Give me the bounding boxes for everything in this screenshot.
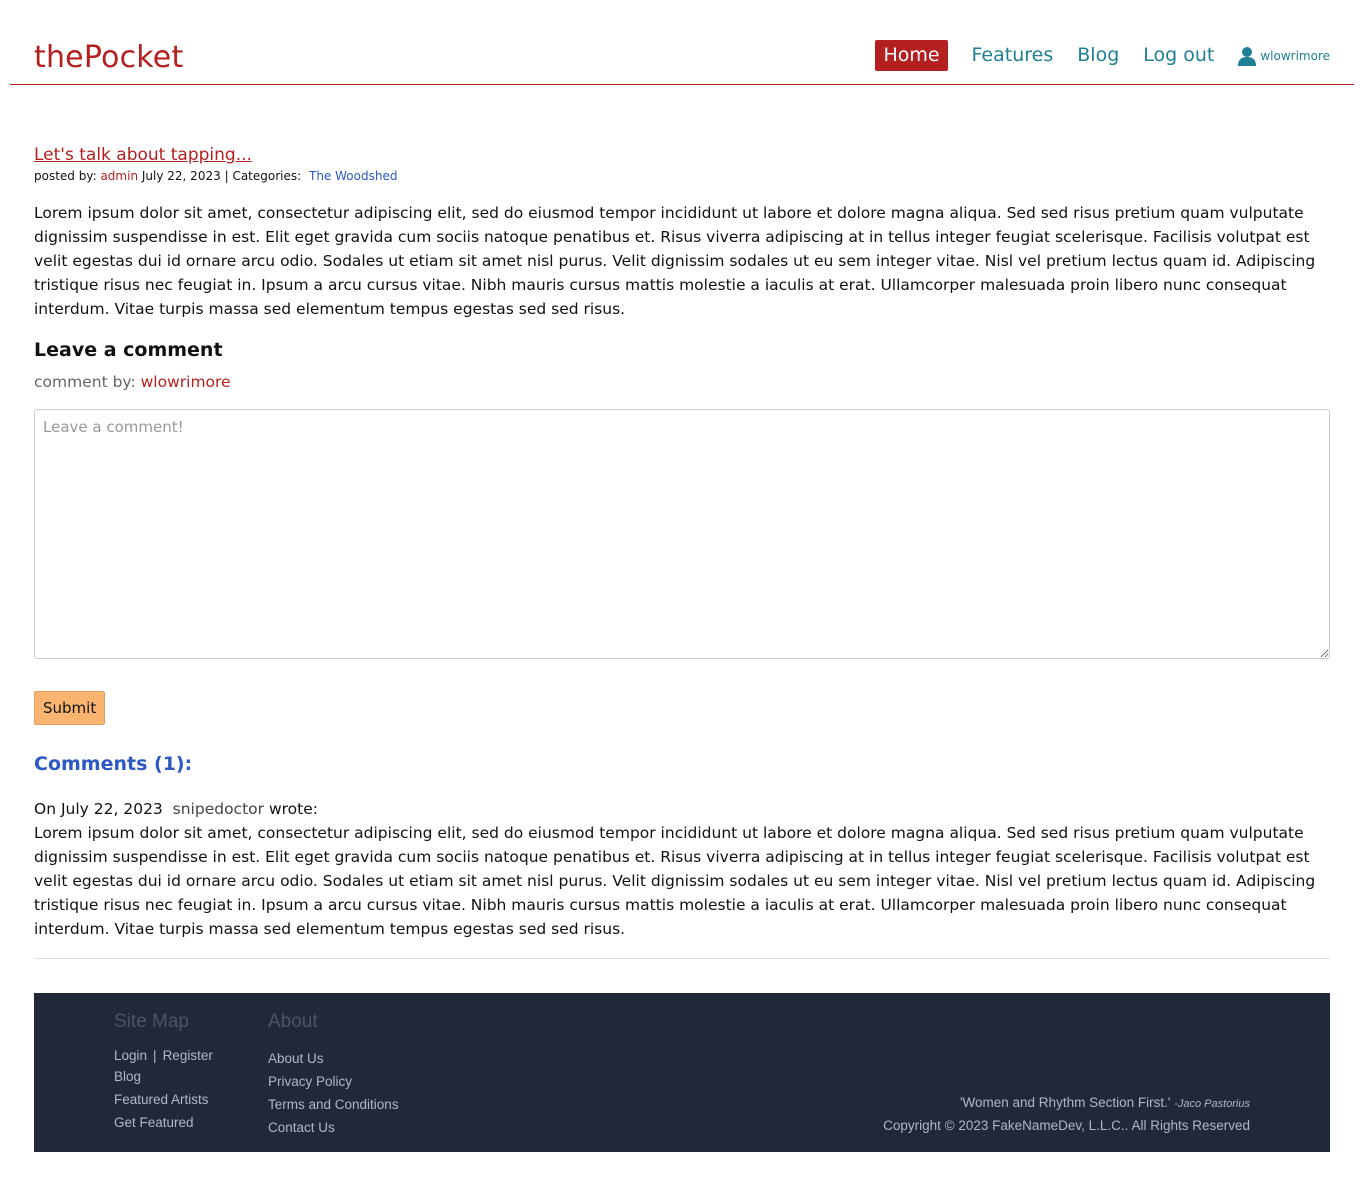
post-author-link[interactable]: admin	[100, 169, 138, 183]
comment-prefix: On	[34, 800, 57, 818]
sitemap-heading: Site Map	[114, 1011, 189, 1032]
footer-contact-link[interactable]: Contact Us	[268, 1116, 399, 1139]
footer-featured-artists-link[interactable]: Featured Artists	[114, 1088, 213, 1111]
categories-label: Categories:	[232, 169, 302, 183]
nav-home[interactable]: Home	[875, 40, 948, 71]
copyright: Copyright © 2023 FakeNameDev, L.L.C.. Al…	[883, 1118, 1250, 1133]
comment-date: July 22, 2023	[60, 800, 163, 818]
footer-right: 'Women and Rhythm Section First.' -Jaco …	[883, 1092, 1250, 1137]
category-link[interactable]: The Woodshed	[309, 169, 397, 183]
footer-privacy-link[interactable]: Privacy Policy	[268, 1070, 399, 1093]
about-heading: About	[268, 1011, 318, 1032]
leave-comment-heading: Leave a comment	[34, 339, 223, 361]
footer-login-link[interactable]: Login	[114, 1048, 147, 1063]
footer-quote: 'Women and Rhythm Section First.' -Jaco …	[883, 1092, 1250, 1115]
footer-about-us-link[interactable]: About Us	[268, 1047, 399, 1070]
post-title-link[interactable]: Let's talk about tapping...	[34, 145, 252, 165]
comment-body: Lorem ipsum dolor sit amet, consectetur …	[34, 824, 1316, 938]
submit-button[interactable]: Submit	[34, 691, 106, 725]
divider	[34, 958, 1330, 959]
footer-blog-link[interactable]: Blog	[114, 1065, 213, 1088]
nav-blog[interactable]: Blog	[1077, 40, 1119, 71]
comments-heading: Comments (1):	[34, 753, 193, 775]
footer-sitemap: Site Map Login | Register Blog Featured Ar…	[114, 1011, 213, 1134]
site-footer: Site Map Login | Register Blog Featured Ar…	[34, 993, 1330, 1152]
comment-by: comment by: wlowrimore	[34, 373, 1330, 391]
comment-user: snipedoctor	[172, 800, 265, 818]
quote-text: 'Women and Rhythm Section First.'	[959, 1095, 1171, 1110]
footer-register-link[interactable]: Register	[163, 1048, 213, 1063]
commenter-name: wlowrimore	[140, 373, 231, 391]
comment-suffix: wrote:	[268, 800, 318, 818]
nav-features[interactable]: Features	[972, 40, 1054, 71]
main-content: Let's talk about tapping... posted by: a…	[34, 140, 1330, 959]
post-meta: posted by: admin July 22, 2023 | Categor…	[34, 169, 1330, 183]
footer-about: About About Us Privacy Policy Terms and …	[268, 1011, 399, 1139]
main-nav: Home Features Blog Log out wlowrimore	[875, 40, 1330, 71]
comment-textarea[interactable]	[34, 409, 1330, 659]
meta-separator: |	[224, 169, 229, 183]
posted-by-label: posted by:	[34, 169, 97, 183]
site-header: thePocket Home Features Blog Log out wlo…	[10, 0, 1354, 85]
comment-by-label: comment by:	[34, 373, 136, 391]
user-menu[interactable]: wlowrimore	[1238, 46, 1330, 66]
nav-logout[interactable]: Log out	[1143, 40, 1214, 71]
user-icon	[1238, 46, 1257, 66]
comment-header: On July 22, 2023 snipedoctor wrote:	[34, 797, 1330, 821]
footer-separator: |	[153, 1048, 157, 1063]
post-body: Lorem ipsum dolor sit amet, consectetur …	[34, 204, 1316, 318]
brand-logo[interactable]: thePocket	[34, 40, 183, 75]
post-date: July 22, 2023	[141, 169, 221, 183]
footer-terms-link[interactable]: Terms and Conditions	[268, 1093, 399, 1116]
comment-item: On July 22, 2023 snipedoctor wrote: Lore…	[34, 797, 1330, 941]
footer-get-featured-link[interactable]: Get Featured	[114, 1111, 213, 1134]
username: wlowrimore	[1260, 48, 1330, 63]
quote-author: -Jaco Pastorius	[1174, 1098, 1250, 1110]
